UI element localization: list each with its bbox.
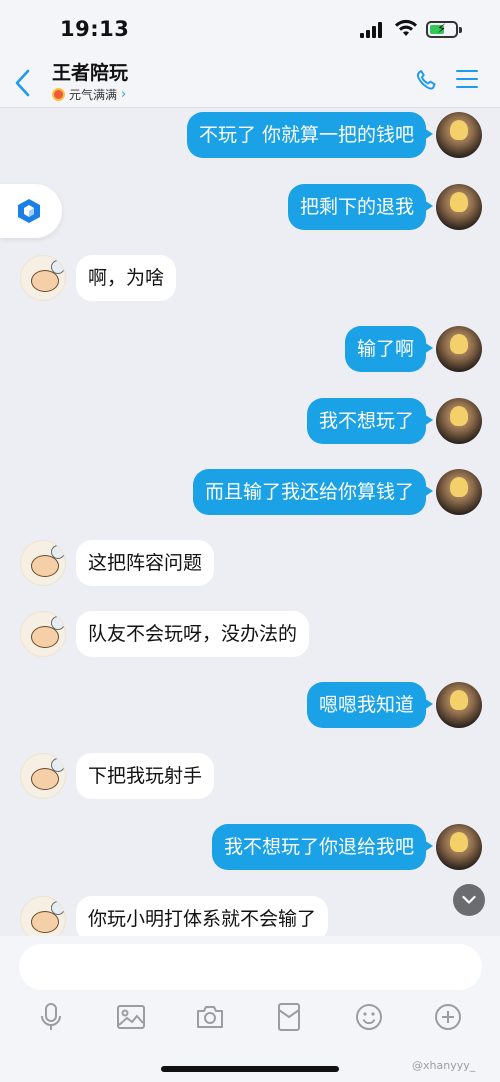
message-bubble[interactable]: 我不想玩了 xyxy=(306,398,434,444)
phone-icon[interactable] xyxy=(414,68,440,94)
camera-icon xyxy=(197,1006,223,1028)
my-avatar[interactable] xyxy=(436,112,482,158)
mic-icon xyxy=(41,1003,61,1030)
my-avatar[interactable] xyxy=(436,326,482,372)
message-bubble[interactable]: 嗯嗯我知道 xyxy=(306,682,434,728)
plus-button[interactable] xyxy=(431,1000,465,1034)
contact-avatar[interactable] xyxy=(20,255,66,301)
scroll-to-bottom-button[interactable] xyxy=(453,884,485,916)
mic-button[interactable] xyxy=(34,1000,68,1034)
message-row: 下把我玩射手 xyxy=(20,753,215,799)
my-avatar[interactable] xyxy=(436,469,482,515)
message-bubble[interactable]: 啊，为啥 xyxy=(76,255,177,301)
message-row: 啊，为啥 xyxy=(20,255,177,301)
message-row: 输了啊 xyxy=(344,326,482,372)
menu-icon[interactable] xyxy=(456,70,478,94)
message-row: 队友不会玩呀，没办法的 xyxy=(20,611,310,657)
watermark-text: @xhanyyy_ xyxy=(412,1059,476,1072)
image-button[interactable] xyxy=(114,1000,148,1034)
message-bubble[interactable]: 下把我玩射手 xyxy=(76,753,215,799)
message-row: 我不想玩了 xyxy=(306,398,482,444)
red-packet-button[interactable] xyxy=(272,1000,306,1034)
emoji-button[interactable] xyxy=(352,1000,386,1034)
chat-subtitle[interactable]: 元气满满 › xyxy=(52,86,126,103)
message-row: 我不想玩了你退给我吧 xyxy=(211,824,482,870)
message-bubble[interactable]: 不玩了 你就算一把的钱吧 xyxy=(186,112,434,158)
message-bubble[interactable]: 而且输了我还给你算钱了 xyxy=(192,469,434,515)
subtitle-text: 元气满满 xyxy=(69,88,118,102)
wifi-icon xyxy=(395,19,417,36)
message-row: 而且输了我还给你算钱了 xyxy=(192,469,482,515)
composer: @xhanyyy_ xyxy=(0,936,500,1082)
contact-avatar[interactable] xyxy=(20,896,66,936)
message-bubble[interactable]: 输了啊 xyxy=(344,326,434,372)
message-bubble[interactable]: 队友不会玩呀，没办法的 xyxy=(76,611,310,657)
my-avatar[interactable] xyxy=(436,184,482,230)
status-bar: 19:13 ⚡ xyxy=(0,0,500,58)
image-icon xyxy=(117,1005,145,1029)
composer-toolbar xyxy=(0,1000,500,1040)
contact-avatar[interactable] xyxy=(20,753,66,799)
signal-icon xyxy=(360,22,384,38)
red-packet-icon xyxy=(278,1003,300,1031)
message-row: 把剩下的退我 xyxy=(287,184,482,230)
message-row: 这把阵容问题 xyxy=(20,540,215,586)
chevron-left-icon xyxy=(15,69,30,97)
chevron-right-icon: › xyxy=(121,87,127,102)
back-button[interactable] xyxy=(14,64,32,104)
chat-header: 王者陪玩 元气满满 › xyxy=(0,58,500,108)
message-bubble[interactable]: 把剩下的退我 xyxy=(287,184,434,230)
battery-icon: ⚡ xyxy=(426,21,462,38)
message-list[interactable]: 不玩了 你就算一把的钱吧 把剩下的退我 啊，为啥 输了啊 我不想玩了 而且输了我… xyxy=(0,108,500,936)
message-input[interactable] xyxy=(19,944,482,990)
camera-button[interactable] xyxy=(193,1000,227,1034)
plus-icon xyxy=(435,1004,461,1030)
message-row: 嗯嗯我知道 xyxy=(306,682,482,728)
status-time: 19:13 xyxy=(60,17,130,41)
status-badge-icon xyxy=(52,88,65,101)
my-avatar[interactable] xyxy=(436,824,482,870)
message-row: 你玩小明打体系就不会输了 xyxy=(20,896,329,936)
chevron-down-icon xyxy=(462,895,476,904)
message-row: 不玩了 你就算一把的钱吧 xyxy=(186,112,482,158)
emoji-icon xyxy=(356,1004,382,1030)
chat-title[interactable]: 王者陪玩 xyxy=(52,58,128,85)
message-bubble[interactable]: 你玩小明打体系就不会输了 xyxy=(76,896,329,936)
message-bubble[interactable]: 我不想玩了你退给我吧 xyxy=(211,824,434,870)
message-bubble[interactable]: 这把阵容问题 xyxy=(76,540,215,586)
home-indicator[interactable] xyxy=(161,1066,339,1072)
contact-avatar[interactable] xyxy=(20,611,66,657)
my-avatar[interactable] xyxy=(436,398,482,444)
contact-avatar[interactable] xyxy=(20,540,66,586)
my-avatar[interactable] xyxy=(436,682,482,728)
